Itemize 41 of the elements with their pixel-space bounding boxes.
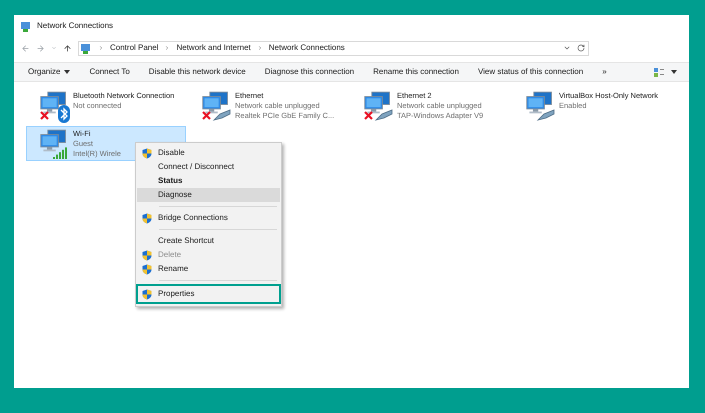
chevron-icon [98, 45, 104, 51]
breadcrumb[interactable]: Network and Internet [176, 42, 251, 54]
signal-bars-icon [53, 147, 69, 159]
menu-item[interactable]: Rename [137, 262, 280, 276]
toolbar-button[interactable]: Organize [28, 66, 70, 78]
refresh-icon[interactable] [577, 44, 585, 52]
shield-icon [142, 264, 152, 274]
menu-item[interactable]: Status [137, 174, 280, 188]
chevron-icon [256, 45, 263, 51]
shield-icon [142, 212, 152, 224]
menu-item[interactable]: Properties [137, 285, 280, 303]
up-icon[interactable] [63, 44, 72, 52]
toolbar-button[interactable]: Diagnose this connection [264, 66, 354, 78]
toolbar-button[interactable]: Connect To [89, 66, 130, 78]
window-title: Network Connections [37, 20, 114, 32]
address-bar[interactable]: Control Panel Network and Internet Network Connections [78, 40, 589, 56]
network-cable-icon [536, 109, 556, 121]
forward-icon[interactable] [36, 44, 45, 52]
shield-icon [142, 250, 152, 260]
breadcrumb[interactable]: Network Connections [268, 42, 345, 54]
bluetooth-icon [58, 105, 70, 123]
network-folder-icon [21, 20, 32, 32]
menu-item[interactable]: Connect / Disconnect [137, 160, 280, 174]
menu-item[interactable]: Create Shortcut [137, 234, 280, 248]
network-cable-icon [374, 109, 394, 121]
toolbar-button[interactable]: Disable this network device [148, 66, 246, 78]
more-button[interactable]: » [602, 66, 607, 78]
toolbar-button[interactable]: Rename this connection [373, 66, 459, 78]
caret-icon[interactable] [671, 70, 677, 74]
network-cable-icon [212, 109, 232, 121]
chevron-down-icon[interactable] [563, 44, 571, 52]
menu-item[interactable]: Diagnose [137, 188, 280, 202]
view-options-icon[interactable] [654, 68, 664, 76]
menu-item[interactable]: Bridge Connections [137, 211, 280, 225]
shield-icon [142, 148, 152, 158]
toolbar-button[interactable]: View status of this connection [478, 66, 584, 78]
breadcrumb[interactable]: Control Panel [110, 42, 158, 54]
chevron-icon [164, 45, 170, 51]
back-icon[interactable] [21, 44, 30, 52]
network-folder-icon [81, 42, 92, 54]
shield-icon [142, 288, 152, 300]
